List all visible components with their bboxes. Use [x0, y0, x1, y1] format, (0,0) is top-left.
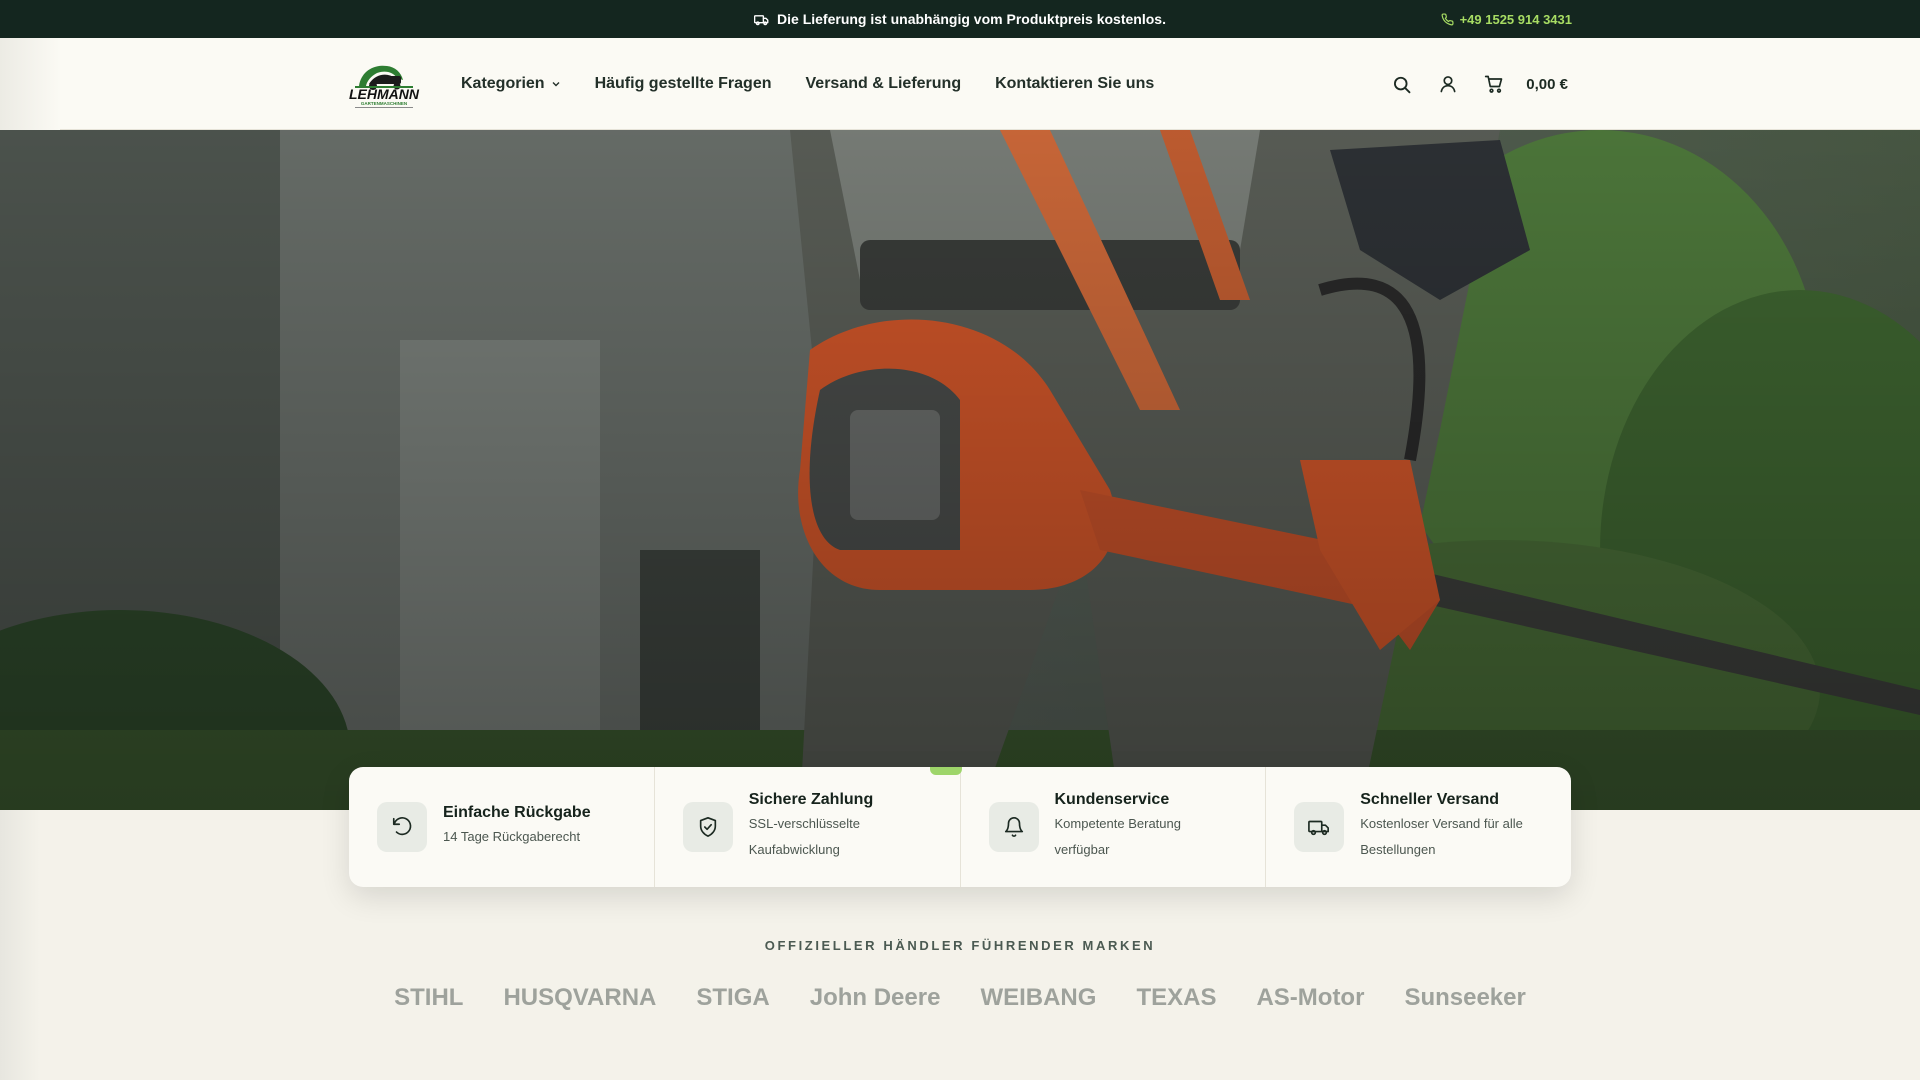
feature-customer-service: Kundenservice Kompetente Beratung verfüg… [961, 767, 1267, 887]
chevron-down-icon [551, 79, 561, 89]
nav-item-label: Versand & Lieferung [805, 75, 962, 92]
nav-item-faq[interactable]: Häufig gestellte Fragen [595, 75, 772, 93]
site-logo[interactable]: LEHMANN GARTENMASCHINEN [347, 54, 421, 110]
feature-title: Kundenservice [1054, 791, 1170, 808]
hero-image [0, 130, 1920, 810]
announcement-bar: Die Lieferung ist unabhängig vom Produkt… [0, 0, 1920, 38]
nav-item-contact[interactable]: Kontaktieren Sie uns [995, 75, 1154, 93]
brand-john-deere[interactable]: John Deere [810, 984, 941, 1012]
rotate-ccw-icon [377, 802, 427, 852]
shield-check-icon [682, 802, 733, 852]
site-header: LEHMANN GARTENMASCHINEN Kategorien Häufi… [0, 38, 1920, 130]
hero-banner [0, 130, 1920, 810]
brand-list: STIHL HUSQVARNA STIGA John Deere WEIBANG… [0, 984, 1920, 1012]
phone-icon [1441, 12, 1454, 26]
truck-icon [754, 12, 769, 27]
svg-text:GARTENMASCHINEN: GARTENMASCHINEN [361, 101, 407, 106]
nav-item-label: Kategorien [461, 75, 545, 92]
truck-icon [1294, 802, 1345, 852]
nav-item-shipping[interactable]: Versand & Lieferung [806, 75, 962, 93]
nav-item-kategorien[interactable]: Kategorien [461, 75, 561, 93]
feature-fast-shipping: Schneller Versand Kostenloser Versand fü… [1266, 767, 1571, 887]
user-icon[interactable] [1438, 74, 1458, 94]
feature-subtitle: Kostenloser Versand für alle Bestellunge… [1360, 816, 1523, 857]
feature-title: Schneller Versand [1360, 791, 1499, 808]
shipping-notice-text: Die Lieferung ist unabhängig vom Produkt… [777, 11, 1166, 27]
feature-subtitle: SSL-verschlüsselte Kaufabwicklung [748, 816, 861, 857]
brand-texas[interactable]: TEXAS [1136, 984, 1216, 1012]
cart-total[interactable]: 0,00 € [1526, 76, 1568, 93]
feature-title: Einfache Rückgabe [443, 804, 591, 821]
nav-item-label: Kontaktieren Sie uns [995, 75, 1155, 92]
svg-text:LEHMANN: LEHMANN [349, 86, 420, 102]
header-edge-shade [0, 38, 60, 130]
brand-sunseeker[interactable]: Sunseeker [1404, 984, 1525, 1012]
brands-heading: OFFIZIELLER HÄNDLER FÜHRENDER MARKEN [764, 938, 1156, 953]
feature-subtitle: Kompetente Beratung verfügbar [1054, 816, 1181, 857]
search-icon[interactable] [1392, 74, 1412, 94]
phone-link[interactable]: +49 1525 914 3431 [1441, 0, 1572, 38]
feature-secure-payment: Sichere Zahlung SSL-verschlüsselte Kaufa… [655, 767, 962, 887]
brand-stihl[interactable]: STIHL [394, 984, 463, 1012]
feature-returns: Einfache Rückgabe 14 Tage Rückgaberecht [349, 767, 655, 887]
brand-husqvarna[interactable]: HUSQVARNA [503, 984, 656, 1012]
brand-weibang[interactable]: WEIBANG [980, 984, 1096, 1012]
phone-number: +49 1525 914 3431 [1459, 11, 1572, 27]
shipping-notice: Die Lieferung ist unabhängig vom Produkt… [0, 0, 1920, 38]
bell-icon [988, 802, 1039, 852]
cart-icon[interactable] [1484, 74, 1504, 94]
feature-subtitle: 14 Tage Rückgaberecht [443, 829, 581, 844]
main-navigation: Kategorien Häufig gestellte Fragen Versa… [461, 38, 1154, 130]
brand-stiga[interactable]: STIGA [696, 984, 769, 1012]
brand-as-motor[interactable]: AS-Motor [1256, 984, 1364, 1012]
accent-indicator [929, 767, 962, 775]
features-bar: Einfache Rückgabe 14 Tage Rückgaberecht … [349, 767, 1571, 887]
header-actions: 0,00 € [1392, 38, 1568, 130]
feature-title: Sichere Zahlung [748, 791, 874, 808]
nav-item-label: Häufig gestellte Fragen [594, 75, 772, 92]
